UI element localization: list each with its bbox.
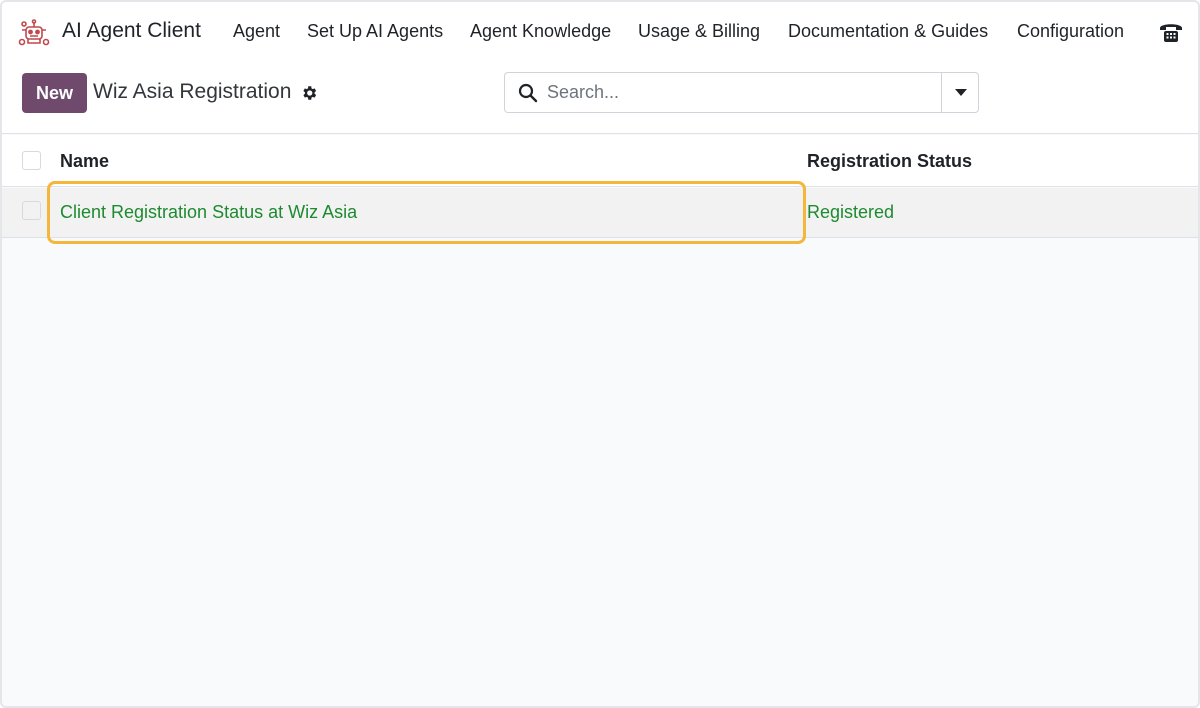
column-header-registration-status[interactable]: Registration Status (807, 151, 972, 172)
table-row[interactable]: Client Registration Status at Wiz Asia R… (2, 188, 1198, 238)
column-header-name[interactable]: Name (60, 151, 109, 172)
gear-icon[interactable] (300, 84, 318, 102)
menu-item-usage-billing[interactable]: Usage & Billing (638, 21, 760, 42)
search-input[interactable] (547, 77, 937, 108)
menu-item-agent[interactable]: Agent (233, 21, 280, 42)
search-icon (518, 83, 538, 103)
control-panel: New Wiz Asia Registration (2, 64, 1198, 134)
new-button[interactable]: New (22, 73, 87, 113)
menu-item-set-up-ai-agents[interactable]: Set Up AI Agents (307, 21, 443, 42)
app-window: AI Agent Client Agent Set Up AI Agents A… (0, 0, 1200, 708)
breadcrumb: Wiz Asia Registration (93, 80, 292, 103)
menu-item-configuration[interactable]: Configuration (1017, 21, 1124, 42)
search-box (504, 72, 979, 113)
phone-icon[interactable] (1158, 20, 1184, 44)
row-name-cell[interactable]: Client Registration Status at Wiz Asia (60, 202, 357, 223)
menu-item-documentation-guides[interactable]: Documentation & Guides (788, 21, 988, 42)
menu-item-agent-knowledge[interactable]: Agent Knowledge (470, 21, 611, 42)
app-name[interactable]: AI Agent Client (62, 19, 201, 43)
select-all-checkbox[interactable] (22, 151, 41, 170)
robot-logo-icon[interactable] (18, 18, 50, 50)
list-header: Name Registration Status (2, 135, 1198, 187)
caret-down-icon[interactable] (942, 73, 979, 112)
top-navbar: AI Agent Client Agent Set Up AI Agents A… (2, 2, 1198, 64)
row-checkbox[interactable] (22, 201, 41, 220)
row-status-cell[interactable]: Registered (807, 202, 894, 223)
